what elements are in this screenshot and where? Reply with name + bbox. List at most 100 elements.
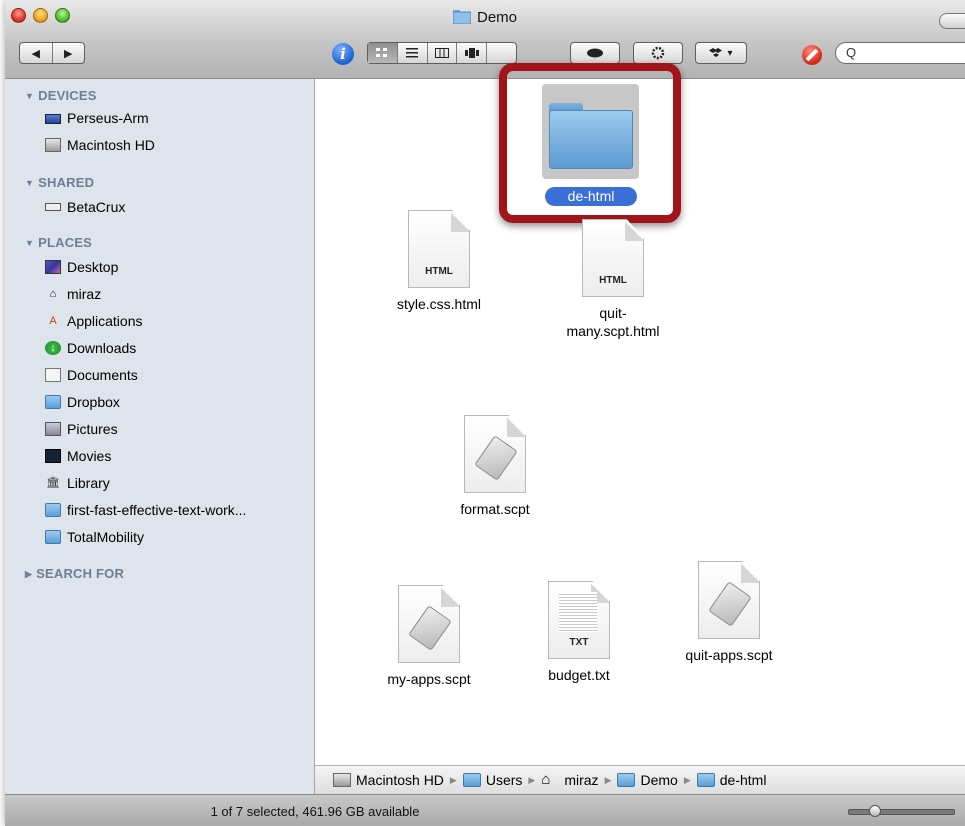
sidebar-item-label: BetaCrux: [67, 199, 126, 215]
documents-icon: [45, 368, 61, 382]
dropbox-button[interactable]: ▾: [695, 42, 747, 64]
folder-icon: [696, 773, 715, 787]
sidebar-item-dropbox[interactable]: Dropbox: [45, 392, 120, 412]
home-icon: ⌂: [541, 771, 551, 788]
folder-icon: [45, 530, 61, 544]
sidebar-item-label: Documents: [67, 367, 138, 383]
toolbar-toggle-button[interactable]: [939, 13, 965, 29]
sidebar-header-label: SEARCH FOR: [36, 566, 125, 581]
folder-icon: [462, 773, 481, 787]
sidebar-item-movies[interactable]: Movies: [45, 446, 111, 466]
text-document-icon: TXT: [548, 581, 610, 659]
nav-buttons: ◀ ▶: [19, 42, 85, 64]
script-document-icon: [464, 415, 526, 493]
no-entry-icon[interactable]: [802, 45, 822, 65]
sidebar-item-library[interactable]: 🏛 Library: [45, 473, 110, 493]
view-extra[interactable]: [487, 43, 516, 63]
movies-icon: [45, 449, 61, 463]
sidebar-item-label: Pictures: [67, 421, 118, 437]
path-item-de-html[interactable]: de-html: [696, 772, 766, 788]
script-document-icon: [398, 585, 460, 663]
sidebar-item-documents[interactable]: Documents: [45, 365, 138, 385]
path-item-demo[interactable]: Demo: [617, 772, 678, 788]
coverflow-view-icon[interactable]: [457, 43, 488, 63]
sidebar-header-label: DEVICES: [38, 88, 97, 103]
path-item-miraz[interactable]: ⌂ miraz: [541, 772, 598, 788]
sidebar-item-macintosh-hd[interactable]: Macintosh HD: [45, 135, 155, 155]
sidebar-item-label: TotalMobility: [67, 529, 145, 545]
sidebar-item-applications[interactable]: A Applications: [45, 311, 143, 331]
file-item-quit-apps[interactable]: quit-apps.scpt: [664, 561, 794, 664]
sidebar-header-search-for[interactable]: ▶ SEARCH FOR: [25, 566, 124, 581]
search-input[interactable]: Q: [835, 42, 965, 64]
quicklook-button[interactable]: [570, 42, 620, 64]
sidebar-header-shared[interactable]: ▼ SHARED: [25, 175, 94, 190]
file-name: budget.txt: [548, 667, 610, 683]
path-separator-icon: ▶: [683, 774, 691, 785]
sidebar-item-label: first-fast-effective-text-work...: [67, 502, 247, 518]
sidebar-item-label: Dropbox: [67, 394, 120, 410]
forward-button[interactable]: ▶: [53, 43, 85, 63]
disclosure-triangle-icon: ▶: [25, 569, 33, 579]
file-item-format[interactable]: format.scpt: [430, 415, 560, 518]
sidebar-item-first-fast[interactable]: first-fast-effective-text-work...: [45, 500, 246, 520]
eye-icon: [571, 43, 619, 63]
path-separator-icon: ▶: [604, 774, 612, 785]
info-icon[interactable]: i: [332, 43, 354, 65]
hard-drive-icon: [333, 773, 351, 787]
icon-size-slider[interactable]: [848, 805, 955, 817]
file-item-budget[interactable]: TXT budget.txt: [514, 581, 644, 684]
sidebar-header-places[interactable]: ▼ PLACES: [25, 235, 92, 250]
desktop-icon: [45, 260, 61, 274]
folder-icon: [45, 503, 61, 517]
window-title-text: Demo: [476, 9, 517, 26]
file-name: format.scpt: [460, 501, 530, 517]
toolbar: Demo ◀ ▶ i ▾ Q: [5, 0, 965, 79]
sidebar-item-desktop[interactable]: Desktop: [45, 257, 118, 277]
sidebar-item-miraz[interactable]: ⌂ miraz: [45, 284, 102, 304]
path-item-users[interactable]: Users: [462, 772, 522, 788]
sidebar-item-label: Library: [67, 475, 110, 491]
downloads-icon: ↓: [45, 341, 61, 355]
file-browser[interactable]: de-html HTML style.css.html HTML quit-ma…: [315, 63, 965, 765]
chevron-down-icon: ▾: [727, 47, 733, 59]
disclosure-triangle-icon: ▼: [25, 238, 35, 248]
slider-knob[interactable]: [869, 805, 881, 817]
hard-drive-icon: [45, 138, 61, 152]
sidebar-item-betacrux[interactable]: BetaCrux: [45, 197, 125, 217]
disclosure-triangle-icon: ▼: [25, 178, 35, 188]
path-separator-icon: ▶: [528, 774, 536, 785]
view-mode-control: [367, 42, 517, 64]
sidebar-item-label: Applications: [67, 313, 143, 329]
sidebar-item-pictures[interactable]: Pictures: [45, 419, 118, 439]
home-icon: ⌂: [49, 288, 57, 300]
dropbox-icon: ▾: [696, 43, 746, 63]
sidebar-item-label: Perseus-Arm: [67, 110, 149, 126]
sidebar-item-label: Macintosh HD: [67, 137, 155, 153]
back-button[interactable]: ◀: [20, 43, 53, 63]
sidebar-item-perseus-arm[interactable]: Perseus-Arm: [45, 108, 149, 128]
path-item-macintosh-hd[interactable]: Macintosh HD: [333, 772, 444, 788]
sidebar-item-downloads[interactable]: ↓ Downloads: [45, 338, 136, 358]
finder-window: Demo ◀ ▶ i ▾ Q ▼ DEVICES Perseus-Arm Mac…: [5, 0, 965, 826]
sidebar-item-label: Desktop: [67, 259, 119, 275]
file-item-style-css[interactable]: HTML style.css.html: [374, 210, 504, 313]
callout-highlight-box: [499, 63, 681, 223]
sidebar: ▼ DEVICES Perseus-Arm Macintosh HD ▼ SHARE…: [5, 79, 315, 794]
applications-icon: A: [49, 315, 57, 327]
file-item-my-apps[interactable]: my-apps.scpt: [364, 585, 494, 688]
folder-icon: [617, 773, 636, 787]
sidebar-header-label: PLACES: [38, 235, 93, 250]
sidebar-header-devices[interactable]: ▼ DEVICES: [25, 88, 97, 103]
file-item-quit-many[interactable]: HTML quit-many.scpt.html: [548, 219, 678, 340]
sidebar-item-label: Downloads: [67, 340, 137, 356]
search-icon: Q: [846, 45, 857, 60]
icon-view-icon[interactable]: [368, 43, 398, 63]
action-button[interactable]: [633, 42, 683, 64]
column-view-icon[interactable]: [428, 43, 458, 63]
folder-icon: [452, 10, 472, 28]
list-view-icon[interactable]: [398, 43, 428, 63]
laptop-icon: [45, 114, 61, 124]
status-bar: 1 of 7 selected, 461.96 GB available: [5, 794, 965, 826]
sidebar-item-totalmobility[interactable]: TotalMobility: [45, 527, 144, 547]
